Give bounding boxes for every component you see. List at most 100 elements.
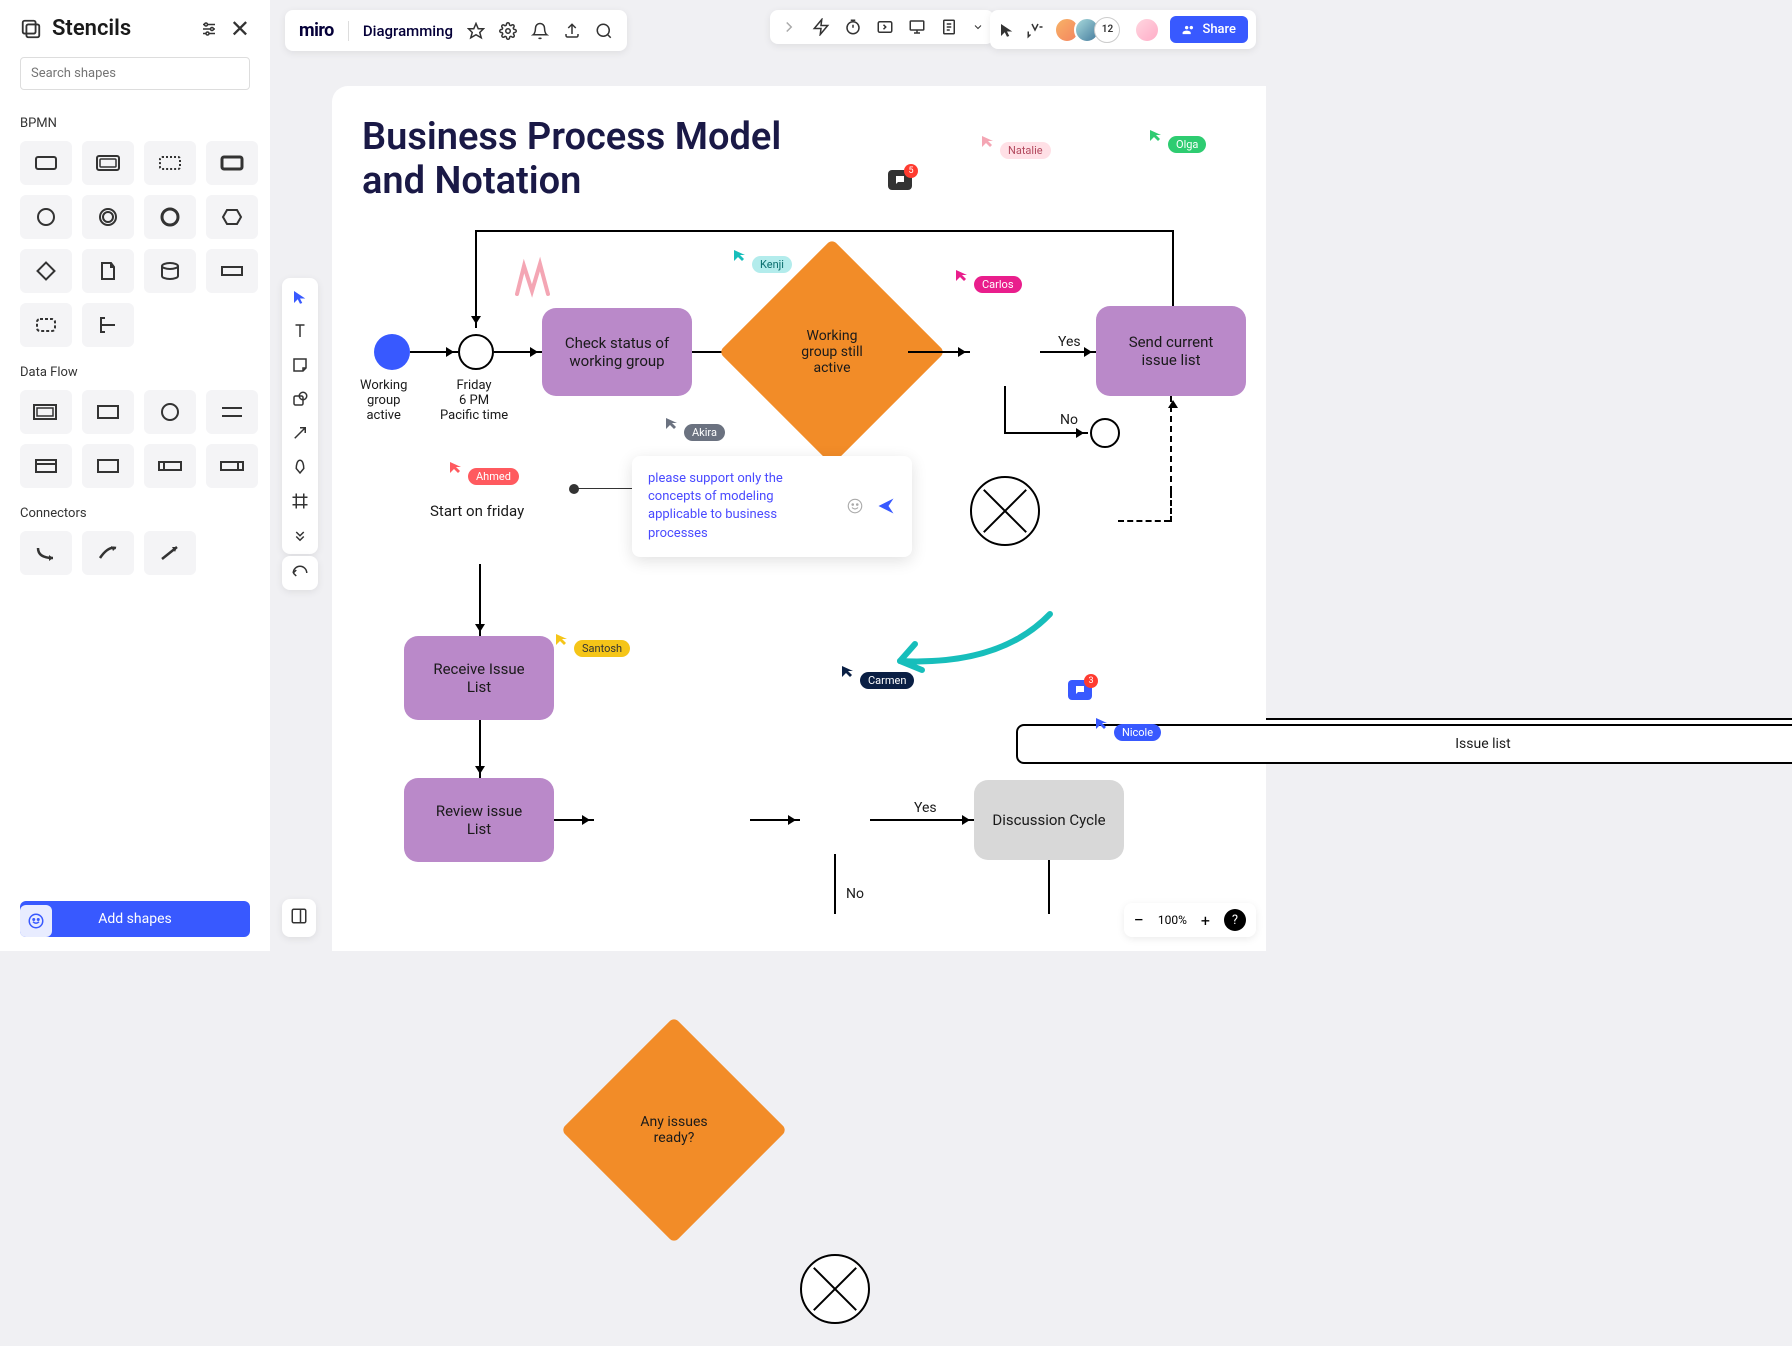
select-tool[interactable] xyxy=(289,286,311,308)
cursor-icon[interactable] xyxy=(998,21,1016,39)
end-event-small[interactable] xyxy=(1090,418,1120,448)
board-name[interactable]: Diagramming xyxy=(363,22,453,40)
task-discussion[interactable]: Discussion Cycle xyxy=(974,780,1124,860)
diagram-title: Business Process Model and Notation xyxy=(362,116,781,203)
section-dataflow: Data Flow xyxy=(20,365,250,380)
search-input[interactable] xyxy=(20,57,250,90)
avatar-stack[interactable]: 12 xyxy=(1054,17,1120,43)
cursor-ahmed: Ahmed xyxy=(448,460,519,485)
shape-df-5[interactable] xyxy=(20,444,72,488)
emoji-icon[interactable] xyxy=(846,497,864,515)
shape-df-4[interactable] xyxy=(206,390,258,434)
present-icon[interactable] xyxy=(908,18,926,36)
task-send-list[interactable]: Send current issue list xyxy=(1096,306,1246,396)
section-bpmn: BPMN xyxy=(20,116,250,131)
timer-event[interactable] xyxy=(458,334,494,370)
cursor-kenji: Kenji xyxy=(732,248,792,273)
shape-group[interactable] xyxy=(20,303,72,347)
chevron-right-icon[interactable] xyxy=(780,18,798,36)
sidebar-title: Stencils xyxy=(52,16,131,41)
shape-pool[interactable] xyxy=(206,249,258,293)
shape-df-8[interactable] xyxy=(206,444,258,488)
shape-call[interactable] xyxy=(206,141,258,185)
star-icon[interactable] xyxy=(467,22,485,40)
comment-badge-2[interactable]: 3 xyxy=(1068,680,1092,700)
shape-end-event[interactable] xyxy=(144,195,196,239)
edge-yes: Yes xyxy=(1058,334,1081,350)
timer-icon[interactable] xyxy=(844,18,862,36)
shape-inter-event[interactable] xyxy=(82,195,134,239)
undo-button[interactable] xyxy=(282,556,318,590)
shape-df-3[interactable] xyxy=(144,390,196,434)
zoom-level[interactable]: 100% xyxy=(1158,913,1187,927)
comment-card[interactable]: please support only the concepts of mode… xyxy=(632,456,912,557)
decision-issues-ready[interactable]: Any issues ready? xyxy=(594,1050,754,1210)
scribble-decoration xyxy=(512,256,562,300)
zoom-in[interactable]: + xyxy=(1201,911,1210,930)
cursor-akira: Akira xyxy=(664,416,725,441)
help-button[interactable]: ? xyxy=(1224,909,1246,931)
pen-tool[interactable] xyxy=(289,456,311,478)
more-tools[interactable] xyxy=(289,524,311,546)
section-connectors: Connectors xyxy=(20,506,250,521)
zoom-out[interactable]: − xyxy=(1134,910,1144,931)
shape-data-object[interactable] xyxy=(82,249,134,293)
embed-icon[interactable] xyxy=(876,18,894,36)
connector-curve[interactable] xyxy=(82,531,134,575)
shape-gateway-diamond[interactable] xyxy=(20,249,72,293)
arrow-tool[interactable] xyxy=(289,422,311,444)
shape-annotation[interactable] xyxy=(82,303,134,347)
connector-elbow[interactable] xyxy=(20,531,72,575)
export-icon[interactable] xyxy=(563,22,581,40)
comment-badge[interactable]: 5 xyxy=(888,170,912,190)
shape-df-2[interactable] xyxy=(82,390,134,434)
send-icon[interactable] xyxy=(876,496,896,516)
connector-straight[interactable] xyxy=(144,531,196,575)
shape-start-event[interactable] xyxy=(20,195,72,239)
shape-transaction[interactable] xyxy=(82,141,134,185)
user-avatar[interactable] xyxy=(1134,17,1160,43)
tool-panel xyxy=(282,278,318,554)
bolt-icon[interactable] xyxy=(812,18,830,36)
close-icon[interactable]: ✕ xyxy=(230,17,250,41)
collab-toolbar: 12 Share xyxy=(990,10,1256,49)
sticky-tool[interactable] xyxy=(289,354,311,376)
board-header: miro Diagramming xyxy=(285,10,627,51)
frame-tool[interactable] xyxy=(289,490,311,512)
shape-task[interactable] xyxy=(20,141,72,185)
bell-icon[interactable] xyxy=(531,22,549,40)
minimap-icon[interactable] xyxy=(282,899,316,937)
decision-wg-active[interactable]: Working group still active xyxy=(752,272,912,432)
canvas[interactable]: Business Process Model and Notation 5 Wo… xyxy=(332,86,1266,951)
settings-icon[interactable] xyxy=(200,20,218,38)
cursor-carmen: Carmen xyxy=(840,664,914,689)
shape-tool[interactable] xyxy=(289,388,311,410)
notes-icon[interactable] xyxy=(940,18,958,36)
task-receive[interactable]: Receive Issue List xyxy=(404,636,554,720)
shape-gateway-hex[interactable] xyxy=(206,195,258,239)
shape-df-6[interactable] xyxy=(82,444,134,488)
task-check-status[interactable]: Check status of working group xyxy=(542,308,692,396)
cursor-carlos: Carlos xyxy=(954,268,1022,293)
logo[interactable]: miro xyxy=(299,20,334,41)
shape-df-7[interactable] xyxy=(144,444,196,488)
gateway-2[interactable] xyxy=(800,1254,870,1324)
more-icon[interactable] xyxy=(972,18,984,36)
shape-event-sub[interactable] xyxy=(144,141,196,185)
search-icon[interactable] xyxy=(595,22,613,40)
gateway-1[interactable] xyxy=(970,476,1040,546)
start-label: Working group active xyxy=(360,378,407,423)
start-friday-label: Start on friday xyxy=(430,502,524,520)
task-review[interactable]: Review issue List xyxy=(404,778,554,862)
feedback-icon[interactable] xyxy=(20,905,52,937)
gear-icon[interactable] xyxy=(499,22,517,40)
add-shapes-button[interactable]: Add shapes xyxy=(20,901,250,937)
cursor-nicole: Nicole xyxy=(1094,716,1161,741)
text-tool[interactable] xyxy=(289,320,311,342)
share-button[interactable]: Share xyxy=(1170,16,1248,43)
start-event[interactable] xyxy=(374,334,410,370)
shape-df-1[interactable] xyxy=(20,390,72,434)
zoom-control: − 100% + ? xyxy=(1124,903,1256,937)
reactions-icon[interactable] xyxy=(1026,21,1044,39)
shape-datastore[interactable] xyxy=(144,249,196,293)
